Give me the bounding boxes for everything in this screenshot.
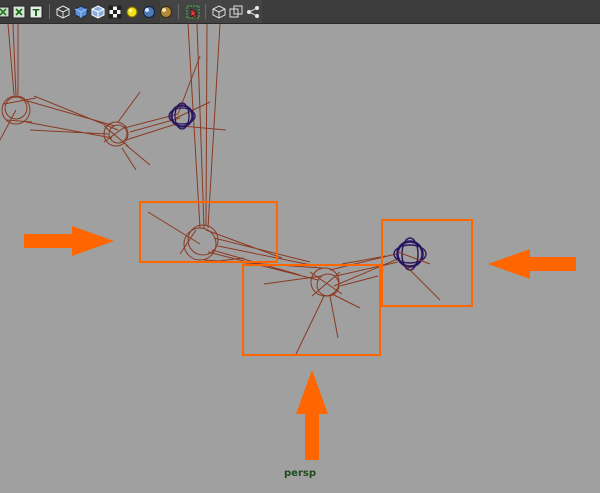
xray-joints-icon[interactable] <box>229 4 243 18</box>
text-icon-glyph: T <box>33 8 40 19</box>
text-icon[interactable]: T <box>29 4 43 19</box>
select-camera-icon[interactable] <box>0 4 10 18</box>
lower-ankle-control <box>393 237 441 301</box>
lower-joint-chain <box>147 211 401 355</box>
left-pointing-arrow-icon <box>488 249 576 279</box>
viewport-scene <box>0 23 576 460</box>
toolbar-dark-strip-right <box>262 0 600 23</box>
toolbar-separator <box>205 4 206 19</box>
wireframe-cube-icon[interactable] <box>56 4 70 19</box>
upper-joint-chain <box>0 23 227 229</box>
all-lights-icon[interactable] <box>142 4 156 18</box>
camera-name-label: persp <box>284 468 316 479</box>
panel-toolbar: T <box>0 0 600 24</box>
hierarchy-icon[interactable] <box>246 4 260 18</box>
image-plane-icon[interactable] <box>12 4 26 19</box>
right-pointing-arrow-icon <box>24 226 114 256</box>
up-pointing-arrow-icon <box>296 370 328 460</box>
toolbar-separator <box>49 4 50 19</box>
perspective-viewport[interactable] <box>0 23 600 489</box>
textured-checker-icon[interactable] <box>108 4 122 19</box>
toolbar-separator <box>178 4 179 19</box>
smooth-shade-cube-icon[interactable] <box>74 4 88 19</box>
isolate-select-icon[interactable] <box>186 4 200 19</box>
xray-cube-icon[interactable] <box>212 4 226 19</box>
shadows-icon[interactable] <box>159 4 173 18</box>
wireframe-on-shaded-icon[interactable] <box>91 4 105 19</box>
default-lighting-icon[interactable] <box>125 4 139 18</box>
